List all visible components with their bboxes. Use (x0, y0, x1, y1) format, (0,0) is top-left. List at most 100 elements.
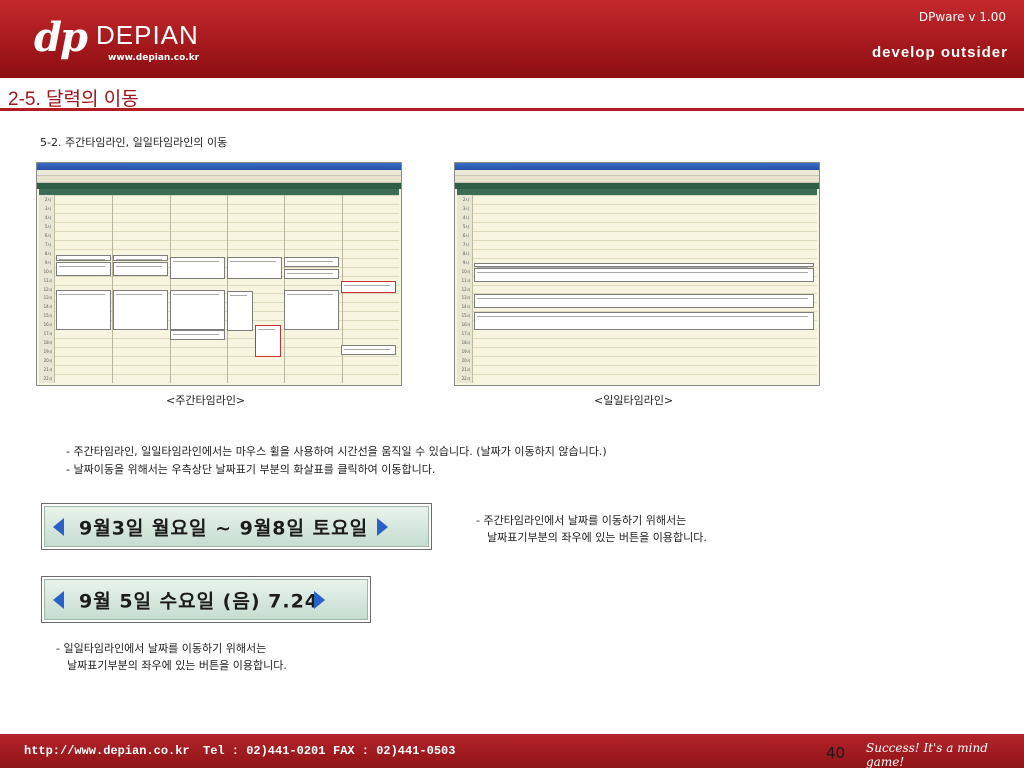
timeline-event[interactable] (56, 262, 111, 276)
timeline-event[interactable] (56, 255, 111, 261)
week-bar-note-line2: 날짜표기부분의 좌우에 있는 버튼을 이용합니다. (487, 531, 707, 544)
week-date-label: 9월3일 월요일 ~ 9월8일 토요일 (79, 517, 369, 539)
timeline-event[interactable] (170, 290, 225, 330)
tagline: develop outsider (871, 44, 1008, 61)
hour-label: 15시 (461, 313, 471, 319)
hour-label: 9시 (44, 259, 52, 265)
event-text-line (477, 316, 808, 317)
window-toolbar (37, 176, 401, 183)
logo-url: www.depian.co.kr (108, 53, 200, 63)
timeline-event[interactable] (341, 345, 396, 355)
hour-label: 22시 (43, 376, 53, 382)
hour-label: 16시 (461, 322, 471, 328)
hour-label: 14시 (43, 304, 53, 310)
window-titlebar (37, 163, 401, 170)
timeline-event[interactable] (474, 268, 814, 282)
hour-line (473, 195, 817, 196)
timeline-event[interactable] (170, 257, 225, 279)
section-subtitle: 5-2. 주간타임라인, 일일타임라인의 이동 (40, 136, 228, 149)
hour-label: 8시 (462, 250, 470, 256)
event-text-line (116, 259, 162, 260)
event-text-line (59, 266, 105, 267)
weekly-timeline-caption: <주간타임라인> (166, 394, 246, 407)
timeline-event[interactable] (56, 290, 111, 330)
hour-line (473, 230, 817, 232)
event-text-line (230, 261, 276, 262)
hour-label: 6시 (44, 232, 52, 238)
hour-label: 18시 (43, 340, 53, 346)
hour-label: 18시 (461, 340, 471, 346)
hour-label: 6시 (462, 232, 470, 238)
timeline-event[interactable] (284, 290, 339, 330)
timeline-event[interactable] (341, 281, 396, 293)
hour-label: 11시 (43, 277, 53, 283)
prev-day-arrow-icon[interactable] (53, 590, 64, 609)
event-text-line (230, 295, 247, 296)
hour-line (473, 374, 817, 376)
event-text-line (477, 272, 808, 273)
hour-label: 3시 (462, 205, 470, 211)
day-bar-note-line1: - 일일타임라인에서 날짜를 이동하기 위해서는 (56, 642, 267, 655)
hour-label: 22시 (461, 376, 471, 382)
hour-gutter: 2시 3시 4시 5시 6시 7시 8시 9시 10시 11시 12시 13시 14시 15시 16시 17시… (457, 195, 473, 383)
hour-line (473, 356, 817, 358)
timeline-event[interactable] (113, 290, 168, 330)
footer-banner: http://www.depian.co.kr Tel : 02)441-020… (0, 734, 1024, 768)
timeline-event[interactable] (113, 255, 168, 261)
title-divider (0, 108, 1024, 111)
timeline-event[interactable] (170, 330, 225, 340)
hour-label: 15시 (43, 313, 53, 319)
hour-label: 12시 (461, 286, 471, 292)
hour-label: 4시 (462, 214, 470, 220)
week-bar-note-line1: - 주간타임라인에서 날짜를 이동하기 위해서는 (476, 514, 687, 527)
hour-line (473, 365, 817, 367)
hour-label: 14시 (461, 304, 471, 310)
weekly-timeline-screenshot: 2시 3시 4시 5시 6시 7시 8시 9시 10시 11시 12시 13시 14시 15시 16시 17시… (36, 162, 402, 386)
hour-label: 12시 (43, 286, 53, 292)
timeline-event[interactable] (255, 325, 281, 357)
day-date-bar-inner: 9월 5일 수요일 (음) 7.24 (44, 579, 368, 620)
next-week-arrow-icon[interactable] (377, 517, 388, 536)
hour-line (473, 338, 817, 340)
timeline-event[interactable] (227, 257, 282, 279)
hour-line (473, 221, 817, 223)
window-toolbar (455, 176, 819, 183)
prev-week-arrow-icon[interactable] (53, 517, 64, 536)
hour-label: 5시 (462, 223, 470, 229)
day-bar-note: - 일일타임라인에서 날짜를 이동하기 위해서는 날짜표기부분의 좌우에 있는 … (56, 640, 287, 674)
event-text-line (287, 294, 333, 295)
event-text-line (59, 259, 105, 260)
hour-line (473, 203, 817, 205)
timeline-event[interactable] (284, 257, 339, 267)
logo-mark: dp (34, 14, 88, 61)
hour-label: 19시 (461, 349, 471, 355)
timeline-event[interactable] (474, 294, 814, 308)
hour-label: 7시 (44, 241, 52, 247)
event-text-line (173, 261, 219, 262)
timeline-event[interactable] (474, 312, 814, 330)
event-text-line (116, 266, 162, 267)
timeline-event[interactable] (227, 291, 253, 331)
timeline-event[interactable] (474, 263, 814, 268)
event-text-line (59, 294, 105, 295)
hour-gutter: 2시 3시 4시 5시 6시 7시 8시 9시 10시 11시 12시 13시 14시 15시 16시 17시… (39, 195, 55, 383)
usage-notes: - 주간타임라인, 일일타임라인에서는 마우스 휠을 사용하여 시간선을 움직일… (66, 443, 607, 479)
event-text-line (287, 273, 333, 274)
footer-slogan: Success! It's a mind game! (866, 741, 988, 768)
hour-label: 2시 (44, 197, 52, 202)
next-day-arrow-icon[interactable] (314, 590, 325, 609)
day-column-divider (284, 195, 286, 383)
timeline-event[interactable] (284, 269, 339, 279)
day-bar-note-line2: 날짜표기부분의 좌우에 있는 버튼을 이용합니다. (67, 659, 287, 672)
note-arrows: - 날짜이동을 위해서는 우측상단 날짜표기 부분의 화살표를 클릭하여 이동합… (66, 463, 436, 476)
hour-label: 20시 (43, 358, 53, 364)
event-text-line (258, 329, 275, 330)
week-date-bar-inner: 9월3일 월요일 ~ 9월8일 토요일 (44, 506, 429, 547)
footer-url-link[interactable]: http://www.depian.co.kr (24, 744, 190, 758)
day-date-bar: 9월 5일 수요일 (음) 7.24 (41, 576, 371, 623)
timeline-event[interactable] (113, 262, 168, 276)
note-wheel: - 주간타임라인, 일일타임라인에서는 마우스 휠을 사용하여 시간선을 움직일… (66, 445, 607, 458)
day-column-divider (169, 195, 171, 383)
day-date-label: 9월 5일 수요일 (음) 7.24 (79, 590, 320, 612)
version-label: DPware v 1.00 (918, 10, 1006, 24)
